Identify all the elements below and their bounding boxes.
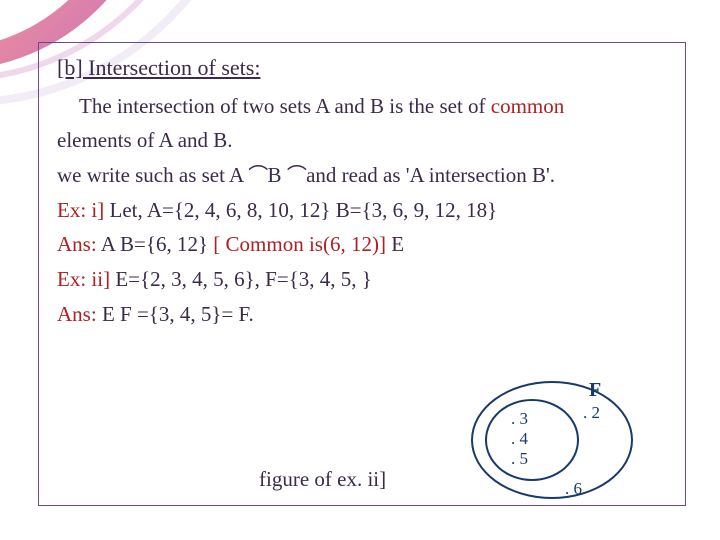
- text: we write such as set A: [57, 163, 248, 187]
- intersection-symbol: ⌒: [287, 161, 301, 192]
- notation-line: we write such as set A ⌒ B ⌒ and read as…: [57, 159, 667, 192]
- text: The intersection of two sets A and B is …: [79, 94, 491, 118]
- example-label: Ex: ii]: [57, 267, 110, 291]
- definition-line-2: elements of A and B.: [57, 124, 667, 157]
- text-emphasis: common: [491, 94, 565, 118]
- text: E={2, 3, 4, 5, 6}, F={3, 4, 5, }: [110, 267, 372, 291]
- text: and read as 'A intersection B'.: [306, 163, 555, 187]
- answer-label: Ans:: [57, 232, 97, 256]
- venn-point-5: . 5: [511, 449, 528, 469]
- example-1: Ex: i] Let, A={2, 4, 6, 8, 10, 12} B={3,…: [57, 194, 667, 227]
- slide: [b] Intersection of sets: The intersecti…: [0, 0, 720, 540]
- example-label: Ex: i]: [57, 198, 104, 222]
- venn-set-F: [485, 399, 579, 481]
- venn-point-2: . 2: [583, 403, 600, 423]
- venn-point-6: . 6: [565, 479, 582, 499]
- venn-diagram: F . 3 . 4 . 5 . 2 . 6: [463, 375, 643, 525]
- content-frame: [b] Intersection of sets: The intersecti…: [38, 42, 686, 506]
- intersection-symbol: ⌒: [248, 161, 262, 192]
- venn-point-3: . 3: [511, 409, 528, 429]
- answer-2: Ans: E F ={3, 4, 5}= F.: [57, 298, 667, 331]
- answer-label: Ans:: [57, 302, 97, 326]
- answer-1: Ans: A B={6, 12} [ Common is(6, 12)] E: [57, 228, 667, 261]
- figure-caption: figure of ex. ii]: [259, 467, 386, 492]
- text: A B={6, 12}: [97, 232, 214, 256]
- text-note: [ Common is(6, 12)]: [213, 232, 386, 256]
- text: E F ={3, 4, 5}= F.: [97, 302, 254, 326]
- text: B: [268, 163, 282, 187]
- example-2: Ex: ii] E={2, 3, 4, 5, 6}, F={3, 4, 5, }: [57, 263, 667, 296]
- text: E: [386, 232, 404, 256]
- text: Let, A={2, 4, 6, 8, 10, 12} B={3, 6, 9, …: [104, 198, 497, 222]
- definition-line-1: The intersection of two sets A and B is …: [57, 90, 667, 123]
- venn-label-F: F: [589, 379, 601, 402]
- venn-point-4: . 4: [511, 429, 528, 449]
- section-title: [b] Intersection of sets:: [57, 53, 667, 84]
